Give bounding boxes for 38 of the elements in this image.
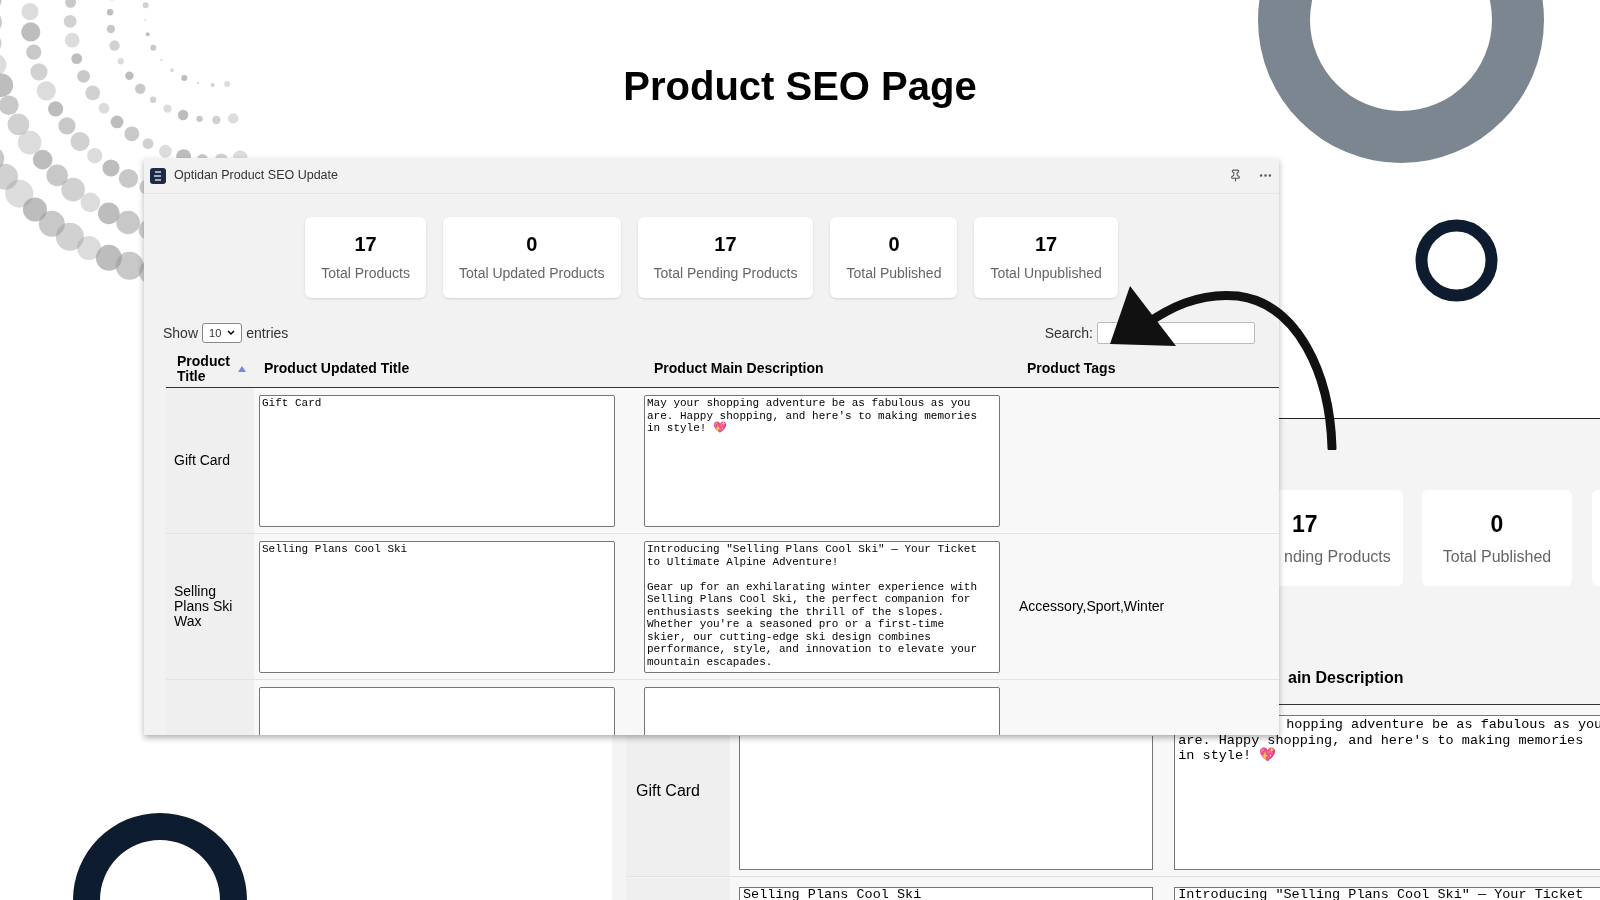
stat-value: 17 [1292,509,1318,539]
updated-title-field[interactable]: Gift Card [259,395,615,527]
updated-title-field[interactable]: Selling Plans Cool Ski [259,541,615,673]
updated-title-field[interactable]: Selling Plans Cool Ski [739,887,1154,900]
stat-label: Total Pending Products [653,263,798,283]
column-header[interactable]: Product Title [177,353,232,384]
stat-label: Total Updated Products [458,263,605,283]
description-field[interactable]: Introducing "Selling Plans Cool Ski" — Your Ticket to Ultimate Alpine Adventure! Gear up for an exhilarating winter experience with Selling Plans Cool Ski, the perfect companion for enthusiasts seeking the thrill of the slopes. Whether you're a seasoned pro or a first-time skier, our cutting-edge ski design combines performance, style, and innovation to elevate your mountain escapades. [644,541,1000,673]
product-tags: Accessory,Sport,Winter [1019,596,1165,617]
updated-title-field[interactable] [739,736,1154,870]
window-title: Optidan Product SEO Update [174,167,339,185]
app-logo-icon [150,167,166,184]
stat-value: 17 [1034,231,1058,257]
caret-icon [227,330,236,336]
search-label: Search: [1044,323,1093,343]
stat-label: Total Unpublished [990,263,1102,283]
stat-value: 0 [888,231,900,257]
column-header[interactable]: Product Main Description [654,358,824,379]
stat-label: Total Published [1442,547,1552,568]
entries-select[interactable]: 10 [202,323,243,343]
pin-icon[interactable] [1229,169,1242,182]
stat-label: nding Products [1284,547,1391,568]
stat-label: Total Products [321,263,410,283]
stat-value: 17 [354,231,377,257]
description-field[interactable]: May your shopping adventure be as fabulous as you are. Happy shopping, and here's to making memories in style! 💖 [644,395,1000,527]
stat-value: 17 [714,231,737,257]
title-cell: Selling Plans Ski Wax [166,534,254,679]
stat-label: Total Published [846,263,942,283]
title-cell: Gift Card [166,388,254,533]
description-field[interactable]: Introducing "Selling Plans Cool Ski" — Your Ticket [1174,887,1600,900]
column-header[interactable]: Product Updated Title [264,358,410,379]
page-title: Product SEO Page [622,63,978,110]
column-header: ain Description [1288,668,1404,688]
column-header[interactable]: Product Tags [1027,358,1116,379]
stat-value: 0 [1490,509,1504,539]
stat-value: 0 [526,231,538,257]
show-label: Show [163,323,199,343]
entries-label: entries [246,323,289,343]
